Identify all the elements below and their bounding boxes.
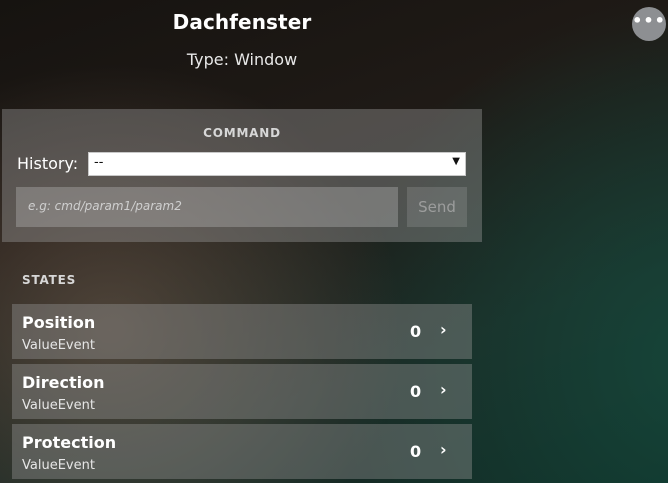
chevron-right-icon: › [440,320,447,339]
state-value: 0 [410,442,422,461]
device-title: Dachfenster [172,10,312,34]
state-type: ValueEvent [22,458,95,473]
state-name: Direction [22,373,105,392]
device-type: Type: Window [186,50,298,69]
state-row-protection[interactable]: Protection ValueEvent 0 › [12,424,472,479]
state-name: Protection [22,433,117,452]
command-panel: COMMAND History: -- ▼ e.g: cmd/param1/pa… [2,109,482,242]
command-input-placeholder: e.g: cmd/param1/param2 [28,199,182,213]
history-select[interactable]: -- ▼ [88,152,466,176]
chevron-right-icon: › [440,440,447,459]
send-button-label: Send [418,198,456,216]
history-label: History: [17,154,79,173]
state-type: ValueEvent [22,338,95,353]
command-section-title: COMMAND [203,126,281,140]
history-selected-value: -- [94,155,104,170]
state-row-position[interactable]: Position ValueEvent 0 › [12,304,472,359]
more-horizontal-icon: ••• [632,11,666,30]
command-input[interactable]: e.g: cmd/param1/param2 [16,187,398,227]
device-header: Dachfenster Type: Window [0,0,484,96]
state-row-direction[interactable]: Direction ValueEvent 0 › [12,364,472,419]
chevron-right-icon: › [440,380,447,399]
send-button[interactable]: Send [407,187,467,227]
more-options-button[interactable]: ••• [632,7,666,41]
state-type: ValueEvent [22,398,95,413]
state-value: 0 [410,382,422,401]
state-value: 0 [410,322,422,341]
dropdown-arrow-icon: ▼ [452,156,460,167]
states-section-title: STATES [22,273,77,287]
state-name: Position [22,313,96,332]
